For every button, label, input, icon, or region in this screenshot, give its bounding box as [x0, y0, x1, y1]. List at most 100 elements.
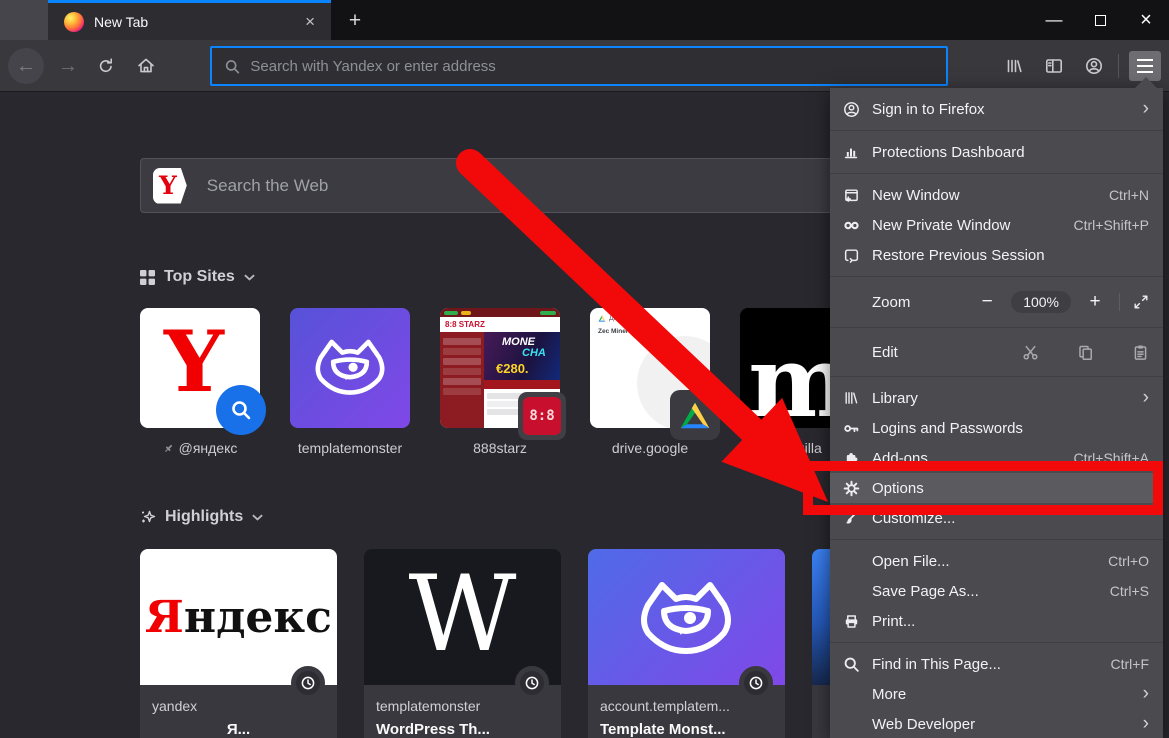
highlight-title: WordPress Th... [376, 721, 549, 738]
menu-item-new-window[interactable]: New Window Ctrl+N [830, 180, 1163, 210]
menu-separator [830, 173, 1163, 174]
menu-item-save-page-as[interactable]: Save Page As... Ctrl+S [830, 576, 1163, 606]
top-site-yandex[interactable]: Y [140, 308, 260, 428]
banner-line2: CHA [522, 347, 546, 359]
back-button[interactable]: ← [8, 48, 44, 84]
menu-item-more[interactable]: More › [830, 679, 1163, 709]
account-icon [1084, 56, 1104, 76]
highlight-templatemonster[interactable]: W templatemonster WordPress Th... [364, 549, 561, 738]
zoom-separator [1119, 293, 1120, 311]
top-site-888starz[interactable]: 8:8 STARZ MONE CHA [440, 308, 560, 428]
account-button[interactable] [1074, 46, 1114, 86]
top-site-label-888starz: 888starz [438, 440, 562, 456]
yandex-logo-red: Я [145, 592, 184, 643]
address-bar[interactable] [210, 46, 948, 86]
menu-item-library[interactable]: Library › [830, 383, 1163, 413]
maximize-button[interactable] [1077, 0, 1123, 40]
drive-badge-icon [670, 390, 720, 440]
drive-line2: Zec Miner [598, 328, 628, 335]
titlebar: New Tab × + — × [0, 0, 1169, 40]
sparkle-icon [140, 509, 156, 525]
library-button[interactable] [994, 46, 1034, 86]
highlight-title: Template Monst... [600, 721, 773, 738]
clock-badge-icon [739, 666, 773, 700]
highlight-account-templatemonster[interactable]: account.templatem... Template Monst... [588, 549, 785, 738]
forward-button[interactable]: → [48, 46, 88, 86]
copy-icon[interactable] [1077, 344, 1094, 361]
fullscreen-icon[interactable] [1133, 294, 1149, 310]
window-controls: — × [1031, 0, 1169, 40]
highlight-yandex[interactable]: Яндекс yandex Я... [140, 549, 337, 738]
top-site-label-drive: drive.google [588, 440, 712, 456]
library-icon [1004, 56, 1024, 76]
yandex-letter: Y [164, 312, 224, 411]
library-icon [843, 390, 859, 406]
tab-new-tab[interactable]: New Tab × [48, 0, 331, 40]
search-icon [224, 58, 240, 75]
chevron-right-icon: › [1143, 101, 1149, 116]
wordpress-letter: W [409, 562, 517, 667]
toolbar-separator [1118, 54, 1119, 78]
chevron-down-icon [244, 274, 255, 281]
sidebar-button[interactable] [1034, 46, 1074, 86]
reload-button[interactable] [86, 46, 126, 86]
restore-session-icon [843, 247, 860, 264]
menu-item-sign-in[interactable]: Sign in to Firefox › [830, 94, 1163, 124]
banner-amount: €280. [496, 361, 529, 376]
menu-item-new-private-window[interactable]: New Private Window Ctrl+Shift+P [830, 210, 1163, 240]
top-site-templatemonster[interactable] [290, 308, 410, 428]
top-site-drive-google[interactable]: Диск Zec Miner [590, 308, 710, 428]
grid-icon [140, 270, 155, 285]
owl-logo-icon [626, 567, 746, 671]
menu-separator [830, 130, 1163, 131]
menu-item-web-developer[interactable]: Web Developer › [830, 709, 1163, 738]
menu-item-find-in-this-page[interactable]: Find in This Page... Ctrl+F [830, 649, 1163, 679]
yandex-logo-black: ндекс [184, 592, 332, 643]
zoom-label: Zoom [872, 294, 910, 311]
address-input[interactable] [250, 58, 934, 75]
chevron-right-icon: › [1143, 716, 1149, 731]
minimize-button[interactable]: — [1031, 0, 1077, 40]
tab-close-icon[interactable]: × [299, 11, 321, 32]
zoom-out-button[interactable]: − [976, 291, 998, 313]
page-search-bar[interactable]: Y [140, 158, 948, 213]
paste-icon[interactable] [1132, 344, 1149, 361]
menu-separator [830, 276, 1163, 277]
top-sites-header[interactable]: Top Sites [140, 268, 255, 286]
highlight-domain: templatemonster [376, 698, 549, 714]
maximize-icon [1095, 15, 1106, 26]
print-icon [843, 613, 860, 630]
close-button[interactable]: × [1123, 0, 1169, 40]
menu-edit-row: Edit [830, 334, 1163, 370]
edit-label: Edit [872, 344, 898, 361]
page-search-input[interactable] [207, 176, 935, 196]
highlights-label: Highlights [165, 508, 243, 526]
zoom-in-button[interactable]: + [1084, 291, 1106, 313]
highlights-header[interactable]: Highlights [140, 508, 263, 526]
private-mask-icon [843, 217, 860, 234]
menu-item-open-file[interactable]: Open File... Ctrl+O [830, 546, 1163, 576]
menu-separator [830, 327, 1163, 328]
chevron-right-icon: › [1143, 686, 1149, 701]
new-tab-button[interactable]: + [340, 7, 370, 34]
home-button[interactable] [126, 46, 166, 86]
cut-icon[interactable] [1022, 344, 1039, 361]
menu-item-logins-and-passwords[interactable]: Logins and Passwords [830, 413, 1163, 443]
menu-item-protections-dashboard[interactable]: Protections Dashboard [830, 137, 1163, 167]
menu-item-restore-previous-session[interactable]: Restore Previous Session [830, 240, 1163, 270]
hamburger-icon [1137, 59, 1153, 61]
home-icon [136, 56, 156, 76]
search-badge-icon [216, 385, 266, 435]
menu-zoom-row: Zoom − 100% + [830, 283, 1163, 321]
pin-icon [163, 443, 174, 454]
top-sites-label: Top Sites [164, 268, 235, 286]
owl-logo-icon [304, 328, 396, 408]
key-icon [843, 420, 860, 437]
account-icon [843, 101, 860, 118]
new-window-icon [843, 187, 860, 204]
zoom-level-button[interactable]: 100% [1011, 291, 1071, 313]
firefox-window: New Tab × + — × ← → [0, 0, 1169, 738]
menu-separator [830, 376, 1163, 377]
menu-item-print[interactable]: Print... [830, 606, 1163, 636]
protections-icon [843, 144, 859, 160]
